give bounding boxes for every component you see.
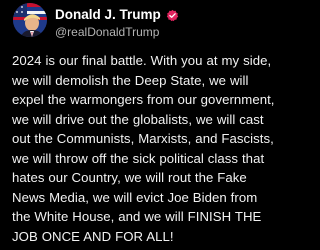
- post-line: the White House, and we will FINISH THE: [12, 209, 262, 224]
- post-header: Donald J. Trump @realDonaldTrump: [0, 0, 313, 48]
- author-name-row: Donald J. Trump: [55, 7, 179, 23]
- post-line: we will demolish the Deep State, we will: [12, 72, 249, 88]
- post-line: out the Communists, Marxists, and Fascis…: [12, 131, 274, 146]
- post-line: 2024 is our final battle. With you at my…: [12, 53, 272, 68]
- avatar-flag-portrait-icon: [13, 3, 47, 37]
- verified-badge-icon: [166, 9, 179, 22]
- author-display-name[interactable]: Donald J. Trump: [55, 7, 161, 23]
- author-avatar[interactable]: [13, 3, 47, 37]
- post-line: News Media, we will evict Joe Biden from: [12, 189, 258, 205]
- post-line: JOB ONCE AND FOR ALL!: [12, 228, 174, 244]
- post-line: we will drive out the globalists, we wil…: [12, 111, 264, 127]
- post-line: we will throw off the sick political cla…: [12, 150, 265, 166]
- post-line: expel the warmongers from our government…: [12, 92, 275, 107]
- post-body-text: 2024 is our final battle. With you at my…: [12, 51, 310, 246]
- post-line: hates our Country, we will rout the Fake: [12, 170, 247, 185]
- author-handle[interactable]: @realDonaldTrump: [55, 25, 159, 39]
